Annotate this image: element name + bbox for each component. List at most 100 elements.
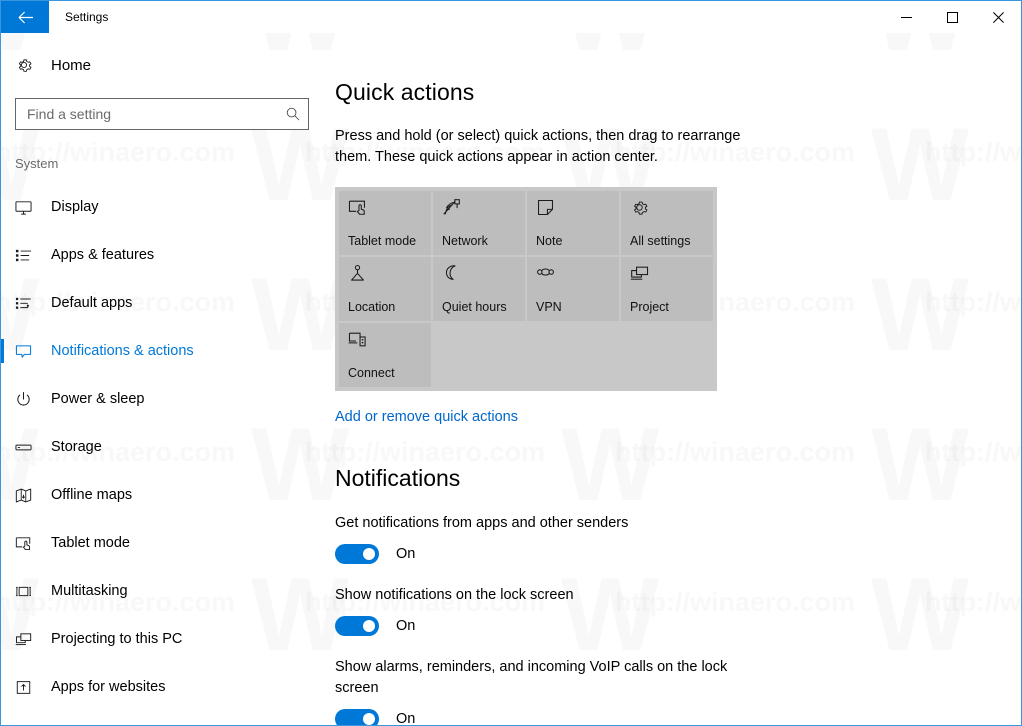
sidebar-item-tablet-mode[interactable]: Tablet mode (1, 519, 331, 567)
quick-action-tile-label: Project (630, 300, 669, 315)
quick-action-tile-note[interactable]: Note (527, 191, 619, 256)
minimize-button[interactable] (883, 1, 929, 33)
sidebar-item-default-apps[interactable]: Default apps (1, 279, 331, 327)
quick-action-tile-label: Network (442, 234, 488, 249)
sidebar-item-label: Projecting to this PC (51, 631, 183, 647)
quick-action-tile-connect[interactable]: Connect (339, 323, 431, 388)
setting-lock-screen-notifications: Show notifications on the lock screen On (335, 585, 1021, 637)
search-icon[interactable] (286, 107, 300, 121)
drive-icon (15, 439, 47, 456)
sidebar-item-projecting-to-this-pc[interactable]: Projecting to this PC (1, 615, 331, 663)
settings-window: Whttp://winaero.comWhttp://winaero.comWh… (0, 0, 1022, 726)
sidebar-category-label: System (15, 156, 59, 171)
sidebar-home-label: Home (51, 56, 92, 74)
toggle-state-label: On (396, 711, 416, 726)
quick-action-empty-slot (527, 323, 619, 387)
sidebar-item-notifications-actions[interactable]: Notifications & actions (1, 327, 331, 375)
sidebar-item-apps-features[interactable]: Apps & features (1, 231, 331, 279)
quick-action-tile-quiet-hours[interactable]: Quiet hours (433, 257, 525, 322)
sidebar-item-label: Apps & features (51, 247, 155, 263)
close-button[interactable] (975, 1, 1021, 33)
sidebar-nav-list: Display Apps & features Default apps Not… (1, 183, 331, 711)
sidebar-item-label: Power & sleep (51, 391, 145, 407)
gear-icon (630, 198, 713, 220)
app-link-icon (15, 679, 47, 696)
tablet-touch-icon (15, 535, 47, 552)
sidebar-item-label: Default apps (51, 295, 133, 311)
quick-action-tile-label: Connect (348, 366, 395, 381)
wifi-icon (442, 198, 525, 220)
quick-action-tile-label: Note (536, 234, 563, 249)
window-controls (883, 1, 1021, 33)
sidebar-item-power-sleep[interactable]: Power & sleep (1, 375, 331, 423)
search-input[interactable] (27, 106, 286, 122)
toggle-row: On (335, 616, 1021, 637)
quick-action-tile-label: Quiet hours (442, 300, 507, 315)
setting-label: Get notifications from apps and other se… (335, 515, 629, 532)
list-icon (15, 247, 47, 264)
quick-action-tile-all-settings[interactable]: All settings (621, 191, 713, 256)
quick-actions-description: Press and hold (or select) quick actions… (335, 128, 741, 166)
setting-get-notifications: Get notifications from apps and other se… (335, 513, 1021, 565)
setting-alarms-reminders-voip: Show alarms, reminders, and incoming VoI… (335, 657, 1021, 726)
note-icon (536, 198, 619, 220)
sidebar-item-label: Storage (51, 439, 102, 455)
toggle-state-label: On (396, 546, 416, 563)
list-arrow-icon (15, 295, 47, 312)
project-screens-icon (630, 264, 713, 286)
title-bar: Settings (1, 1, 1021, 33)
vpn-icon (536, 264, 619, 286)
sidebar-item-label: Tablet mode (51, 535, 130, 551)
map-download-icon (15, 487, 47, 504)
sidebar-item-multitasking[interactable]: Multitasking (1, 567, 331, 615)
add-or-remove-quick-actions-link[interactable]: Add or remove quick actions (335, 409, 518, 425)
sidebar: Home System (1, 33, 331, 725)
search-box[interactable] (15, 98, 309, 130)
toggle-row: On (335, 709, 1021, 726)
quick-action-tile-label: Tablet mode (348, 234, 417, 249)
quick-action-tile-location[interactable]: Location (339, 257, 431, 322)
quick-action-tile-tablet-mode[interactable]: Tablet mode (339, 191, 431, 256)
sidebar-item-label: Display (51, 199, 99, 215)
gear-icon (15, 56, 45, 74)
sidebar-item-label: Multitasking (51, 583, 128, 599)
setting-label: Show notifications on the lock screen (335, 587, 574, 604)
sidebar-item-label: Notifications & actions (51, 343, 194, 359)
connect-icon (348, 330, 431, 352)
back-button[interactable] (1, 1, 49, 33)
sidebar-item-display[interactable]: Display (1, 183, 331, 231)
main-pane: Quick actions Press and hold (or select)… (331, 33, 1021, 726)
quick-action-tile-label: VPN (536, 300, 562, 315)
quick-action-empty-slot (433, 323, 525, 387)
multitask-icon (15, 583, 47, 600)
window-title: Settings (65, 10, 109, 24)
toggle-state-label: On (396, 618, 416, 635)
toggle-alarms-reminders-voip[interactable] (335, 709, 379, 725)
sidebar-item-offline-maps[interactable]: Offline maps (1, 471, 331, 519)
speech-bubble-icon (15, 343, 47, 360)
quick-actions-grid: Tablet mode Network Note All settings Lo… (335, 187, 717, 392)
quick-action-tile-label: Location (348, 300, 396, 315)
quick-action-tile-label: All settings (630, 234, 691, 249)
toggle-row: On (335, 544, 1021, 565)
page-title: Quick actions (335, 79, 475, 105)
sidebar-item-home[interactable]: Home (1, 45, 331, 85)
sidebar-item-storage[interactable]: Storage (1, 423, 331, 471)
quick-action-empty-slot (621, 323, 713, 387)
quick-action-tile-vpn[interactable]: VPN (527, 257, 619, 322)
content-area: Home System (1, 33, 1021, 726)
project-screens-icon (15, 631, 47, 648)
monitor-icon (15, 199, 47, 216)
sidebar-item-label: Apps for websites (51, 679, 166, 695)
sidebar-item-apps-for-websites[interactable]: Apps for websites (1, 663, 331, 711)
power-icon (15, 391, 47, 408)
moon-icon (442, 264, 525, 286)
quick-action-tile-project[interactable]: Project (621, 257, 713, 322)
maximize-button[interactable] (929, 1, 975, 33)
sidebar-item-label: Offline maps (51, 487, 133, 503)
toggle-get-notifications[interactable] (335, 544, 379, 565)
toggle-lock-screen-notifications[interactable] (335, 616, 379, 637)
quick-action-tile-network[interactable]: Network (433, 191, 525, 256)
tablet-touch-icon (348, 198, 431, 220)
notifications-section-title: Notifications (335, 465, 461, 492)
